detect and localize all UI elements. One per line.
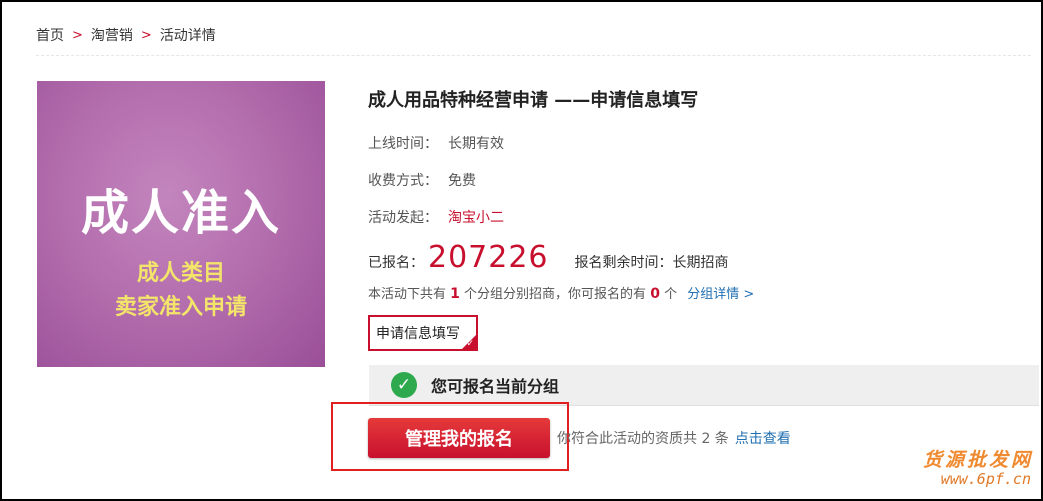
online-time-value: 长期有效 [448,136,504,152]
status-bar: ✓ 您可报名当前分组 [369,365,1039,406]
initiator-link[interactable]: 淘宝小二 [448,210,504,226]
manage-signup-button[interactable]: 管理我的报名 [368,418,550,458]
fee-label: 收费方式： [368,173,438,189]
activity-poster: 成人准入 成人类目 卖家准入申请 [37,81,325,367]
breadcrumb-home[interactable]: 首页 [36,25,64,45]
online-time-row: 上线时间： 长期有效 [368,133,504,153]
groups-text-3: 个 [664,287,678,302]
activity-title: 成人用品特种经营申请 ——申请信息填写 [368,90,699,111]
divider [36,55,1031,56]
groups-info: 本活动下共有 1 个分组分别招商，你可报名的有 0 个 分组详情 > [368,283,754,302]
tab-application-info[interactable]: 申请信息填写 ✓ [368,315,478,351]
group-details-link[interactable]: 分组详情 > [687,287,754,302]
groups-text-2: 个分组分别招商，你可报名的有 [464,287,647,302]
check-circle-icon: ✓ [391,372,417,398]
qualification-text: 你符合此活动的资质共 2 条 [557,431,729,447]
status-text: 您可报名当前分组 [431,377,560,396]
tab-label: 申请信息填写 [376,326,460,342]
view-qualification-link[interactable]: 点击查看 [735,431,791,447]
signup-count: 207226 [428,240,549,275]
poster-headline: 成人准入 [80,185,281,241]
signup-info: 已报名： 207226 报名剩余时间： 长期招商 [368,240,729,275]
signup-label: 已报名： [368,255,424,271]
online-time-label: 上线时间： [368,136,438,152]
initiator-label: 活动发起： [368,210,438,226]
poster-line-2: 卖家准入申请 [114,295,247,320]
remaining-time-value: 长期招商 [672,255,729,271]
fee-row: 收费方式： 免费 [368,170,476,190]
check-icon: ✓ [466,339,474,349]
watermark-text: 货源批发网 [922,449,1033,471]
poster-line-1: 成人类目 [136,261,225,286]
chevron-right-icon: > [140,27,152,43]
breadcrumb: 首页 > 淘营销 > 活动详情 [36,25,216,45]
breadcrumb-marketing[interactable]: 淘营销 [91,25,133,45]
chevron-right-icon: > [72,27,83,43]
watermark-url: www.6pf.cn [940,470,1031,488]
initiator-row: 活动发起： 淘宝小二 [368,207,504,227]
groups-available: 0 [650,286,660,302]
breadcrumb-current: 活动详情 [159,28,216,44]
groups-total: 1 [450,286,460,302]
remaining-time-label: 报名剩余时间： [574,255,673,271]
groups-text-1: 本活动下共有 [368,287,447,302]
qualification-info: 你符合此活动的资质共 2 条点击查看 [557,428,791,448]
fee-value: 免费 [448,173,476,189]
